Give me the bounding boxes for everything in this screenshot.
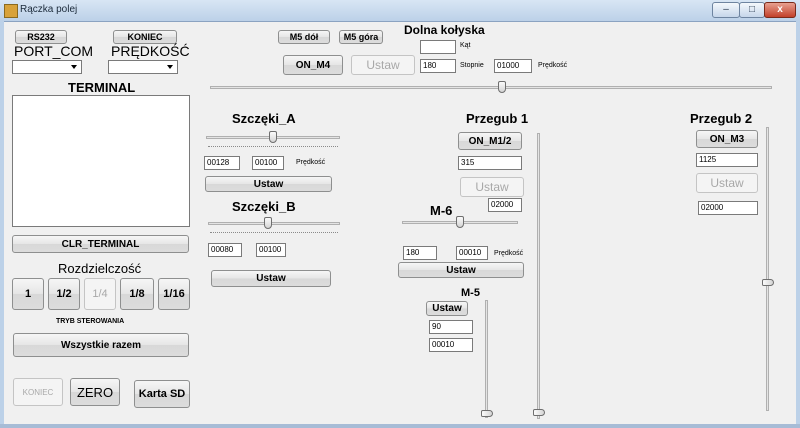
app-icon <box>4 4 18 18</box>
przegub-1-value1-input[interactable]: 315 <box>458 156 522 170</box>
dolna-kolyska-title: Dolna kołyska <box>404 23 485 37</box>
przegub-2-value2-input[interactable]: 02000 <box>698 201 758 215</box>
przegub-2-title: Przegub 2 <box>690 111 753 126</box>
taskbar-strip <box>0 424 800 428</box>
clr-terminal-button[interactable]: CLR_TERMINAL <box>12 235 189 253</box>
window-title: Rączka polej <box>20 4 78 15</box>
m5-dol-button[interactable]: M5 dół <box>278 30 330 44</box>
przegub-1-slider-track[interactable] <box>537 133 540 419</box>
szczeki-a-slider-thumb[interactable] <box>269 131 277 143</box>
kolyska-ustaw-button[interactable]: Ustaw <box>351 55 415 75</box>
m5-slider-track[interactable] <box>485 300 488 418</box>
title-bar: Rączka polej – □ x <box>0 0 800 22</box>
m6-title: M-6 <box>430 203 453 218</box>
kat-input[interactable] <box>420 40 456 54</box>
stopnie-label: Stopnie <box>460 62 484 69</box>
przegub-2-slider-thumb[interactable] <box>762 279 774 287</box>
kolyska-slider-thumb[interactable] <box>498 81 507 93</box>
m5-slider-thumb[interactable] <box>481 409 493 417</box>
res-1-2-button[interactable]: 1/2 <box>48 278 80 310</box>
res-1-16-button[interactable]: 1/16 <box>158 278 190 310</box>
close-button[interactable]: x <box>764 2 796 18</box>
koniec-bottom-button[interactable]: KONIEC <box>13 378 63 406</box>
zero-button[interactable]: ZERO <box>70 378 120 406</box>
res-1-8-button[interactable]: 1/8 <box>120 278 154 310</box>
chevron-down-icon <box>71 65 77 69</box>
m6-predkosc-label: Prędkość <box>494 250 524 257</box>
res-1-button[interactable]: 1 <box>12 278 44 310</box>
przegub-1-value2-input[interactable]: 02000 <box>488 198 522 212</box>
karta-sd-button[interactable]: Karta SD <box>134 380 190 408</box>
m5-value2-input[interactable]: 00010 <box>429 338 473 352</box>
m6-value2-input[interactable]: 00010 <box>456 246 488 260</box>
kat-label: Kąt <box>460 42 471 49</box>
szczeki-b-slider-ticks <box>210 232 338 235</box>
terminal-label: TERMINAL <box>68 80 136 95</box>
szczeki-b-slider-thumb[interactable] <box>263 217 272 229</box>
m5-value1-input[interactable]: 90 <box>429 320 473 334</box>
minimize-button[interactable]: – <box>712 2 740 18</box>
szczeki-a-title: Szczęki_A <box>232 111 296 126</box>
przegub-1-slider-thumb[interactable] <box>533 409 545 417</box>
przegub-1-title: Przegub 1 <box>466 111 529 126</box>
wszystkie-razem-button[interactable]: Wszystkie razem <box>13 333 189 357</box>
szczeki-a-slider-ticks <box>208 146 338 149</box>
tryb-sterowania-label: TRYB STEROWANIA <box>56 318 125 325</box>
maximize-button[interactable]: □ <box>739 2 765 18</box>
szczeki-b-slider-track[interactable] <box>208 222 340 225</box>
m6-value1-input[interactable]: 180 <box>403 246 437 260</box>
kolyska-slider-track[interactable] <box>210 86 772 89</box>
szczeki-b-value1-input[interactable]: 00080 <box>208 243 242 257</box>
on-m3-button[interactable]: ON_M3 <box>696 130 758 148</box>
przegub-1-ustaw-button[interactable]: Ustaw <box>460 177 524 197</box>
res-1-4-button[interactable]: 1/4 <box>84 278 116 310</box>
m5-gora-button[interactable]: M5 góra <box>339 30 383 44</box>
przegub-2-value1-input[interactable]: 1125 <box>696 153 758 167</box>
rs232-button[interactable]: RS232 <box>15 30 67 44</box>
szczeki-a-value2-input[interactable]: 00100 <box>252 156 284 170</box>
on-m1-2-button[interactable]: ON_M1/2 <box>458 132 522 150</box>
szczeki-a-value1-input[interactable]: 00128 <box>204 156 240 170</box>
port-com-select[interactable] <box>12 60 82 74</box>
port-com-label: PORT_COM <box>14 43 94 59</box>
predkosc-label: PRĘDKOŚĆ <box>111 43 190 59</box>
szczeki-a-predkosc-label: Prędkość <box>296 159 326 166</box>
chevron-down-icon <box>167 65 173 69</box>
terminal-textbox[interactable] <box>12 95 190 227</box>
rozdzielczosc-label: Rozdzielczość <box>58 261 142 276</box>
m6-slider-thumb[interactable] <box>456 216 464 228</box>
szczeki-b-title: Szczęki_B <box>232 199 296 214</box>
przegub-2-ustaw-button[interactable]: Ustaw <box>696 173 758 193</box>
szczeki-a-ustaw-button[interactable]: Ustaw <box>205 176 332 192</box>
on-m4-button[interactable]: ON_M4 <box>283 55 343 75</box>
predkosc-select[interactable] <box>108 60 178 74</box>
szczeki-b-value2-input[interactable]: 00100 <box>256 243 286 257</box>
koniec-top-button[interactable]: KONIEC <box>113 30 177 44</box>
kolyska-predkosc-input[interactable]: 01000 <box>494 59 532 73</box>
szczeki-b-ustaw-button[interactable]: Ustaw <box>211 270 331 287</box>
m5-title: M-5 <box>461 287 480 299</box>
stopnie-input[interactable]: 180 <box>420 59 456 73</box>
m6-ustaw-button[interactable]: Ustaw <box>398 262 524 278</box>
przegub-2-slider-track[interactable] <box>766 127 769 411</box>
kolyska-predkosc-label: Prędkość <box>538 62 568 69</box>
m5-ustaw-button[interactable]: Ustaw <box>426 301 468 316</box>
